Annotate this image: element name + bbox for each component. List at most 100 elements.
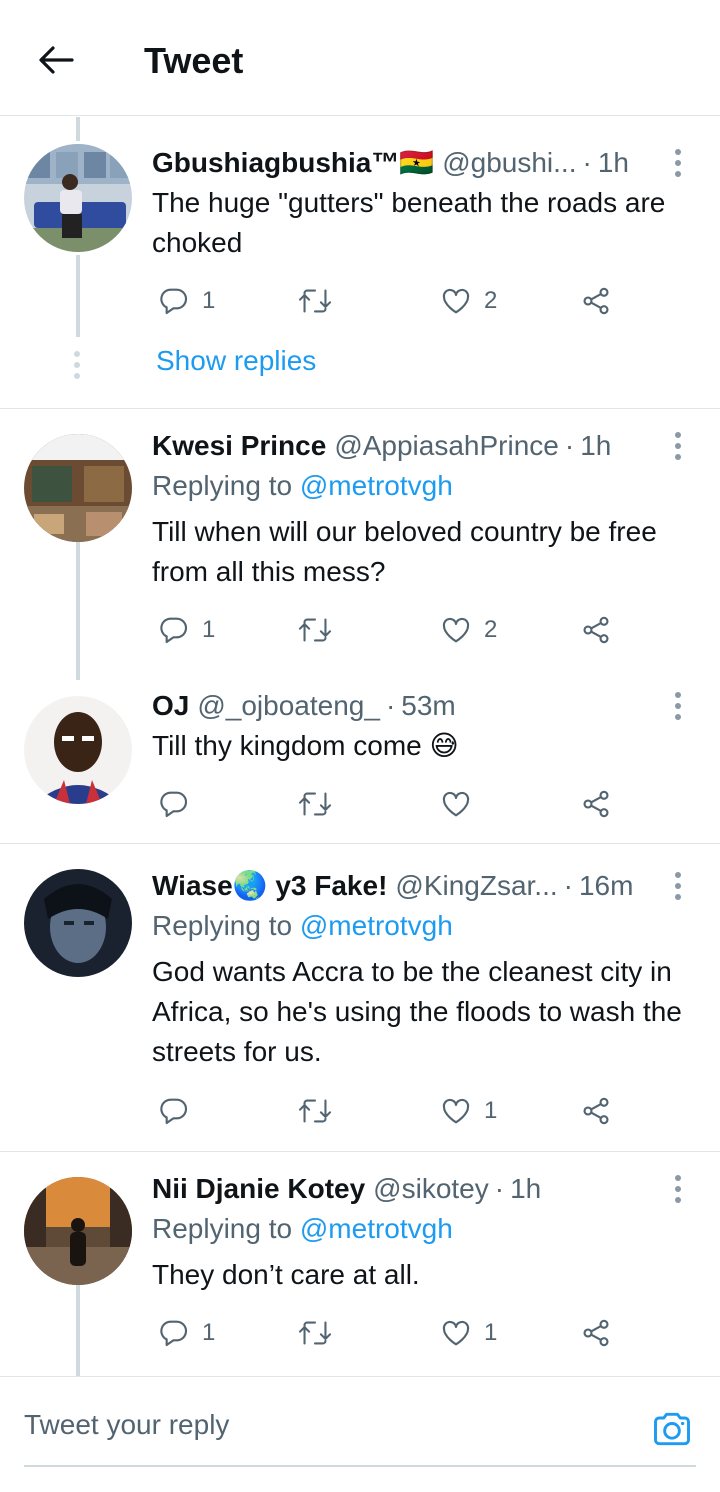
user-handle[interactable]: @AppiasahPrince: [334, 426, 559, 466]
reply-tweet[interactable]: Gbushiagbushia™🇬🇭 @gbushi... · 1h The hu…: [0, 117, 720, 409]
display-name[interactable]: Wiase🌏 y3 Fake!: [152, 866, 387, 906]
share-icon: [583, 1097, 609, 1125]
back-arrow-icon: [39, 46, 74, 74]
replying-to: Replying to @metrotvgh: [152, 906, 696, 946]
display-name[interactable]: Kwesi Prince: [152, 426, 326, 466]
timestamp[interactable]: 53m: [401, 686, 455, 726]
like-icon: [442, 1320, 470, 1346]
like-count: 2: [484, 287, 498, 314]
like-button[interactable]: 1: [440, 1091, 497, 1131]
more-button[interactable]: [668, 686, 688, 726]
replying-to: Replying to @metrotvgh: [152, 1209, 696, 1249]
more-icon: [675, 432, 681, 438]
timestamp[interactable]: 1h: [598, 143, 629, 183]
replying-to-handle[interactable]: @metrotvgh: [300, 470, 453, 501]
input-underline: [24, 1465, 696, 1467]
reply-button[interactable]: 1: [158, 610, 215, 650]
like-button[interactable]: 1: [440, 1313, 497, 1353]
timestamp[interactable]: 1h: [580, 426, 611, 466]
thread-line: [76, 255, 80, 337]
thread-line: [76, 1285, 80, 1376]
share-button[interactable]: [580, 1313, 612, 1353]
reply-tweet[interactable]: Wiase🌏 y3 Fake! @KingZsar... · 16m Reply…: [0, 845, 720, 1152]
share-icon: [583, 616, 609, 644]
tweet-text: Till when will our beloved country be fr…: [152, 516, 657, 587]
reply-button[interactable]: 1: [158, 281, 215, 321]
display-name[interactable]: Gbushiagbushia™🇬🇭: [152, 143, 434, 183]
share-button[interactable]: [580, 784, 612, 824]
like-button[interactable]: [440, 784, 472, 824]
display-name[interactable]: OJ: [152, 686, 189, 726]
timestamp[interactable]: 1h: [510, 1169, 541, 1209]
avatar[interactable]: [24, 1177, 132, 1285]
page-title: Tweet: [144, 40, 244, 81]
tweet-actions: 1: [152, 1091, 632, 1131]
separator-dot: ·: [494, 1173, 505, 1204]
reply-icon: [160, 288, 188, 315]
share-button[interactable]: [580, 610, 612, 650]
user-handle[interactable]: @KingZsar...: [395, 866, 557, 906]
user-handle[interactable]: @gbushi...: [442, 143, 576, 183]
like-button[interactable]: 2: [440, 281, 497, 321]
avatar[interactable]: [24, 869, 132, 977]
replying-to: Replying to @metrotvgh: [152, 466, 696, 506]
timestamp[interactable]: 16m: [579, 866, 633, 906]
reply-button[interactable]: [158, 784, 190, 824]
separator-dot: ·: [564, 430, 575, 461]
tweet-meta: Wiase🌏 y3 Fake! @KingZsar... · 16m: [152, 866, 696, 906]
tweet-text: The huge "gutters" beneath the roads are…: [152, 187, 666, 258]
separator-dot: ·: [582, 147, 592, 178]
reply-button[interactable]: [158, 1091, 190, 1131]
avatar[interactable]: [24, 696, 132, 804]
retweet-button[interactable]: [298, 281, 332, 321]
user-handle[interactable]: @_ojboateng_: [197, 686, 380, 726]
tweet-text: God wants Accra to be the cleanest city …: [152, 956, 682, 1067]
tweet-actions: 1 2: [152, 281, 632, 321]
tweet-actions: 1 2: [152, 610, 632, 650]
thread-dots: [74, 351, 80, 379]
avatar[interactable]: [24, 434, 132, 542]
like-icon: [442, 791, 470, 817]
share-icon: [583, 790, 609, 818]
display-name[interactable]: Nii Djanie Kotey: [152, 1169, 365, 1209]
like-count: 1: [484, 1097, 498, 1124]
reply-tweet[interactable]: Nii Djanie Kotey @sikotey · 1h Replying …: [0, 1153, 720, 1376]
like-icon: [442, 288, 470, 314]
tweet-meta: Kwesi Prince @AppiasahPrince · 1h: [152, 426, 696, 466]
reply-icon: [160, 791, 188, 818]
like-button[interactable]: 2: [440, 610, 497, 650]
retweet-button[interactable]: [298, 784, 332, 824]
reply-tweet[interactable]: Kwesi Prince @AppiasahPrince · 1h Replyi…: [0, 410, 720, 680]
tweet-meta: OJ @_ojboateng_ · 53m: [152, 686, 696, 726]
avatar[interactable]: [24, 144, 132, 252]
like-icon: [442, 617, 470, 643]
more-button[interactable]: [668, 143, 688, 183]
more-button[interactable]: [668, 866, 688, 906]
show-replies-link[interactable]: Show replies: [156, 345, 316, 377]
thread-line: [76, 542, 80, 680]
like-count: 2: [484, 616, 498, 643]
back-button[interactable]: [34, 38, 78, 82]
retweet-button[interactable]: [298, 1313, 332, 1353]
retweet-button[interactable]: [298, 1091, 332, 1131]
more-button[interactable]: [668, 426, 688, 466]
tweet-actions: [152, 784, 632, 824]
more-button[interactable]: [668, 1169, 688, 1209]
share-icon: [583, 1319, 609, 1347]
share-button[interactable]: [580, 1091, 612, 1131]
retweet-button[interactable]: [298, 610, 332, 650]
reply-tweet[interactable]: OJ @_ojboateng_ · 53m Till thy kingdom c…: [0, 680, 720, 844]
camera-button[interactable]: [650, 1407, 694, 1451]
share-button[interactable]: [580, 281, 612, 321]
reply-button[interactable]: 1: [158, 1313, 215, 1353]
replying-to-label: Replying to: [152, 910, 293, 941]
replying-to-handle[interactable]: @metrotvgh: [300, 910, 453, 941]
reply-input[interactable]: Tweet your reply: [24, 1409, 229, 1441]
replying-to-handle[interactable]: @metrotvgh: [300, 1213, 453, 1244]
tweet-meta: Nii Djanie Kotey @sikotey · 1h: [152, 1169, 696, 1209]
reply-icon: [160, 617, 188, 644]
user-handle[interactable]: @sikotey: [373, 1169, 489, 1209]
like-icon: [442, 1098, 470, 1124]
retweet-icon: [298, 618, 332, 642]
tweet-actions: 1 1: [152, 1313, 632, 1353]
